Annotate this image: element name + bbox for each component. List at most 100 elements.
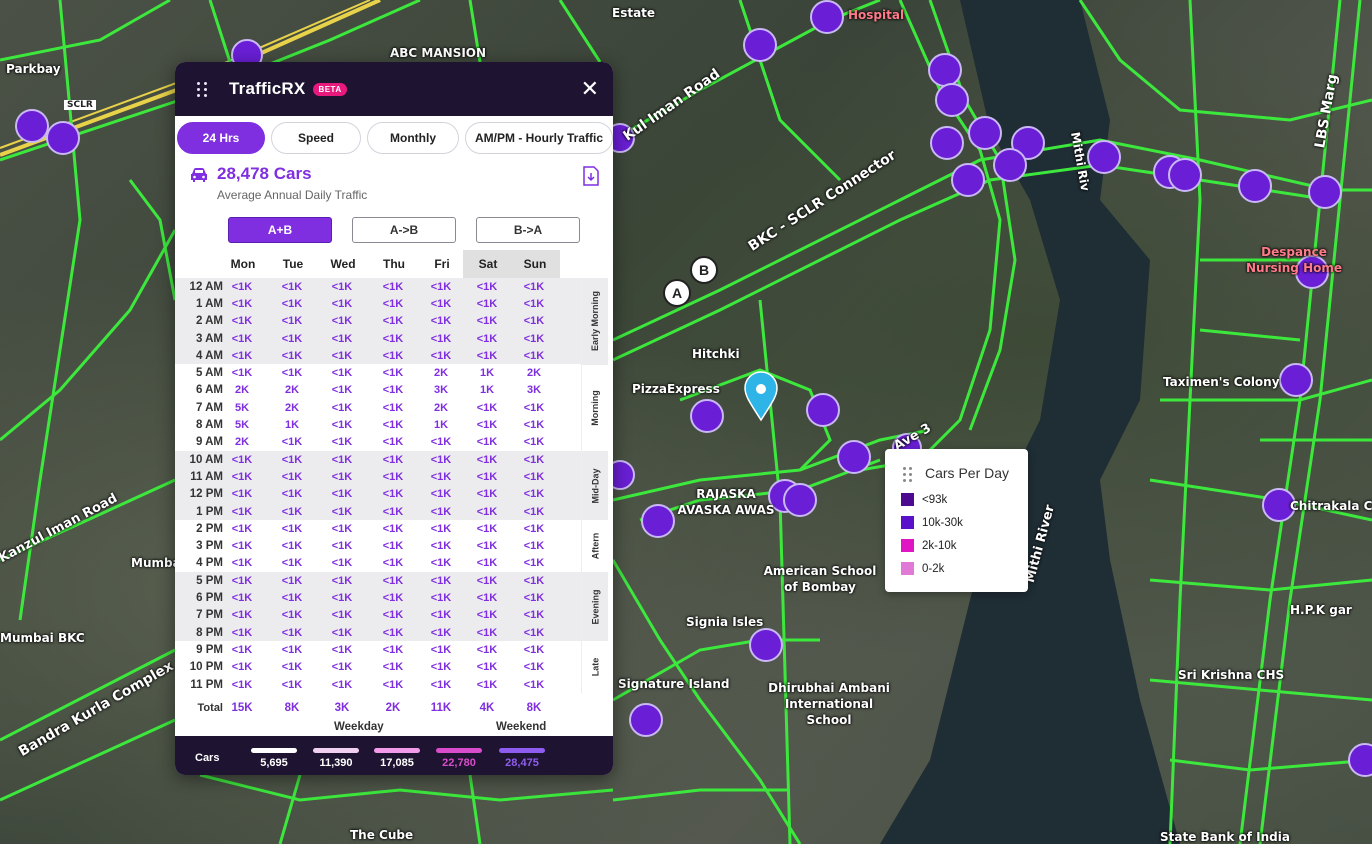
traffic-cell[interactable]: <1K <box>267 592 317 604</box>
traffic-cell[interactable]: <1K <box>267 540 317 552</box>
traffic-cell[interactable]: <1K <box>267 488 317 500</box>
traffic-cell[interactable]: <1K <box>462 350 512 362</box>
traffic-cell[interactable]: <1K <box>416 350 466 362</box>
traffic-cell[interactable]: <1K <box>217 523 267 535</box>
traffic-cell[interactable]: <1K <box>462 454 512 466</box>
traffic-cell[interactable]: <1K <box>509 298 559 310</box>
traffic-cell[interactable]: <1K <box>416 627 466 639</box>
traffic-cell[interactable]: <1K <box>217 661 267 673</box>
tab-monthly[interactable]: Monthly <box>367 122 459 154</box>
traffic-cell[interactable]: <1K <box>368 350 418 362</box>
traffic-cell[interactable]: 5K <box>217 402 267 414</box>
traffic-cell[interactable]: <1K <box>368 384 418 396</box>
traffic-cell[interactable]: <1K <box>267 281 317 293</box>
traffic-cell[interactable]: <1K <box>416 540 466 552</box>
traffic-cell[interactable]: <1K <box>217 281 267 293</box>
traffic-cell[interactable]: <1K <box>317 298 367 310</box>
traffic-cell[interactable]: <1K <box>368 540 418 552</box>
traffic-cell[interactable]: <1K <box>462 644 512 656</box>
traffic-cell[interactable]: <1K <box>368 679 418 691</box>
traffic-cell[interactable]: <1K <box>217 333 267 345</box>
traffic-cell[interactable]: <1K <box>368 557 418 569</box>
traffic-cell[interactable]: <1K <box>317 384 367 396</box>
traffic-cell[interactable]: 3K <box>509 384 559 396</box>
traffic-cell[interactable]: <1K <box>509 575 559 587</box>
traffic-cell[interactable]: <1K <box>509 402 559 414</box>
traffic-cell[interactable]: <1K <box>317 419 367 431</box>
traffic-cell[interactable]: <1K <box>217 592 267 604</box>
panel-header[interactable]: TrafficRX BETA ✕ <box>175 62 613 116</box>
traffic-cell[interactable]: <1K <box>416 298 466 310</box>
traffic-cell[interactable]: <1K <box>416 488 466 500</box>
traffic-cell[interactable]: <1K <box>368 575 418 587</box>
traffic-cell[interactable]: <1K <box>368 419 418 431</box>
traffic-cell[interactable]: 1K <box>462 384 512 396</box>
tab-speed[interactable]: Speed <box>271 122 361 154</box>
traffic-cell[interactable]: <1K <box>368 402 418 414</box>
traffic-cell[interactable]: <1K <box>462 298 512 310</box>
traffic-cell[interactable]: <1K <box>317 609 367 621</box>
traffic-cell[interactable]: <1K <box>217 644 267 656</box>
traffic-cell[interactable]: <1K <box>217 350 267 362</box>
traffic-cell[interactable]: <1K <box>317 506 367 518</box>
traffic-cell[interactable]: <1K <box>217 679 267 691</box>
traffic-cell[interactable]: <1K <box>368 644 418 656</box>
traffic-cell[interactable]: <1K <box>416 471 466 483</box>
traffic-cell[interactable]: <1K <box>317 661 367 673</box>
direction-b-to-a[interactable]: B->A <box>476 217 580 243</box>
traffic-cell[interactable]: <1K <box>509 419 559 431</box>
traffic-cell[interactable]: <1K <box>416 575 466 587</box>
tab-am-pm-hourly[interactable]: AM/PM - Hourly Traffic <box>465 122 613 154</box>
traffic-cell[interactable]: <1K <box>317 644 367 656</box>
traffic-cell[interactable]: <1K <box>416 454 466 466</box>
traffic-cell[interactable]: <1K <box>267 523 317 535</box>
close-icon[interactable]: ✕ <box>581 78 599 100</box>
traffic-cell[interactable]: <1K <box>462 627 512 639</box>
traffic-cell[interactable]: <1K <box>509 281 559 293</box>
traffic-cell[interactable]: <1K <box>267 333 317 345</box>
traffic-cell[interactable]: <1K <box>509 436 559 448</box>
traffic-cell[interactable]: <1K <box>416 557 466 569</box>
traffic-cell[interactable]: <1K <box>416 436 466 448</box>
traffic-cell[interactable]: <1K <box>462 488 512 500</box>
traffic-cell[interactable]: <1K <box>267 350 317 362</box>
traffic-cell[interactable]: <1K <box>462 436 512 448</box>
traffic-cell[interactable]: <1K <box>267 609 317 621</box>
traffic-cell[interactable]: <1K <box>462 333 512 345</box>
traffic-cell[interactable]: <1K <box>217 506 267 518</box>
traffic-cell[interactable]: <1K <box>217 575 267 587</box>
traffic-cell[interactable]: <1K <box>217 367 267 379</box>
traffic-cell[interactable]: <1K <box>267 627 317 639</box>
traffic-cell[interactable]: <1K <box>317 454 367 466</box>
download-icon[interactable] <box>583 166 599 186</box>
traffic-cell[interactable]: <1K <box>416 315 466 327</box>
traffic-cell[interactable]: <1K <box>416 506 466 518</box>
traffic-cell[interactable]: <1K <box>217 540 267 552</box>
drag-handle-icon[interactable] <box>197 81 207 97</box>
traffic-cell[interactable]: <1K <box>267 454 317 466</box>
traffic-cell[interactable]: <1K <box>462 471 512 483</box>
traffic-cell[interactable]: 2K <box>217 436 267 448</box>
traffic-cell[interactable]: <1K <box>416 333 466 345</box>
traffic-cell[interactable]: <1K <box>368 315 418 327</box>
traffic-cell[interactable]: <1K <box>317 488 367 500</box>
traffic-cell[interactable]: <1K <box>217 488 267 500</box>
traffic-cell[interactable]: <1K <box>368 281 418 293</box>
drag-handle-icon[interactable] <box>903 467 912 482</box>
traffic-cell[interactable]: <1K <box>368 661 418 673</box>
traffic-cell[interactable]: 2K <box>267 402 317 414</box>
traffic-cell[interactable]: <1K <box>462 575 512 587</box>
traffic-cell[interactable]: <1K <box>462 506 512 518</box>
traffic-cell[interactable]: <1K <box>462 523 512 535</box>
traffic-cell[interactable]: <1K <box>509 454 559 466</box>
traffic-cell[interactable]: <1K <box>217 557 267 569</box>
traffic-cell[interactable]: <1K <box>462 661 512 673</box>
traffic-cell[interactable]: <1K <box>368 627 418 639</box>
traffic-cell[interactable]: <1K <box>462 679 512 691</box>
traffic-cell[interactable]: <1K <box>509 609 559 621</box>
traffic-cell[interactable]: <1K <box>368 488 418 500</box>
traffic-cell[interactable]: <1K <box>509 661 559 673</box>
traffic-cell[interactable]: <1K <box>317 627 367 639</box>
point-b-marker[interactable]: B <box>690 256 718 284</box>
traffic-cell[interactable]: <1K <box>509 488 559 500</box>
